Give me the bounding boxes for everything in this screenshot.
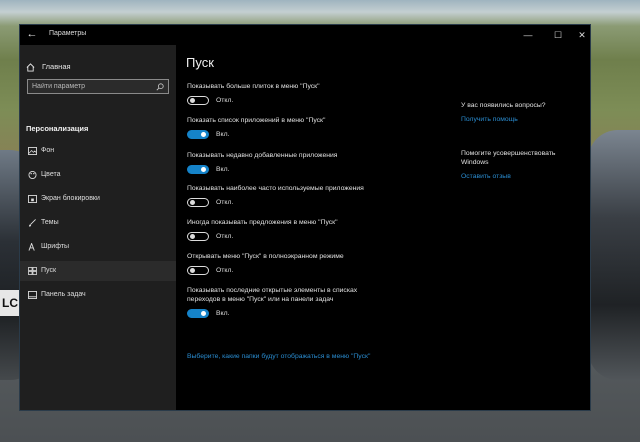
wallpaper-license-plate: LC (0, 290, 20, 316)
sidebar-item-label: Пуск (41, 267, 57, 274)
palette-icon (28, 171, 37, 179)
sidebar-item-label: Темы (41, 219, 59, 226)
toggle-recently-added[interactable] (187, 165, 209, 174)
setting-label-line1: Показывать последние открытые элементы в… (187, 287, 358, 294)
sidebar-item-home[interactable]: Главная (26, 59, 166, 75)
sidebar-item-label: Фон (41, 147, 55, 154)
setting-label: Показывать наиболее часто используемые п… (187, 185, 364, 192)
sidebar-item-colors[interactable]: Цвета (20, 165, 176, 185)
sidebar-item-label: Шрифты (41, 243, 70, 250)
toggle-state-label: Вкл. (216, 310, 230, 317)
title-bar: ← Параметры — ☐ ✕ (20, 25, 590, 45)
toggle-knob (201, 132, 206, 137)
sidebar-item-taskbar[interactable]: Панель задач (20, 285, 176, 305)
sidebar-item-label: Экран блокировки (41, 195, 100, 202)
sidebar-item-label: Панель задач (41, 291, 86, 298)
toggle-state-label: Вкл. (216, 166, 230, 173)
minimize-button[interactable]: — (516, 27, 540, 43)
toggle-recent-items[interactable] (187, 309, 209, 318)
setting-label: Показать список приложений в меню "Пуск" (187, 117, 326, 124)
setting-label-line2: переходов в меню "Пуск" или на панели за… (187, 296, 334, 303)
lock-screen-icon (28, 195, 37, 203)
toggle-knob (190, 200, 195, 205)
toggle-state-label: Откл. (216, 97, 234, 104)
sidebar: Главная Персонализация Фон Цвета (20, 45, 176, 410)
setting-label: Показывать больше плиток в меню "Пуск" (187, 83, 320, 90)
sidebar-item-background[interactable]: Фон (20, 141, 176, 161)
toggle-most-used[interactable] (187, 198, 209, 207)
improve-text-line1: Помогите усовершенствовать (461, 150, 556, 157)
close-button[interactable]: ✕ (570, 27, 594, 43)
main-content: Пуск Показывать больше плиток в меню "Пу… (176, 45, 590, 410)
toggle-knob (190, 234, 195, 239)
toggle-knob (201, 167, 206, 172)
setting-label: Открывать меню "Пуск" в полноэкранном ре… (187, 253, 344, 260)
back-button[interactable]: ← (25, 27, 39, 41)
toggle-app-list[interactable] (187, 130, 209, 139)
toggle-knob (201, 311, 206, 316)
window-title: Параметры (49, 30, 87, 37)
toggle-state-label: Откл. (216, 267, 234, 274)
picture-icon (28, 147, 37, 155)
home-icon (26, 63, 35, 72)
choose-folders-link[interactable]: Выберите, какие папки будут отображаться… (187, 353, 370, 360)
search-box[interactable] (27, 79, 169, 94)
sidebar-item-label: Цвета (41, 171, 61, 178)
toggle-state-label: Вкл. (216, 131, 230, 138)
setting-label: Иногда показывать предложения в меню "Пу… (187, 219, 338, 226)
maximize-button[interactable]: ☐ (546, 27, 570, 43)
feedback-link[interactable]: Оставить отзыв (461, 173, 511, 180)
get-help-link[interactable]: Получить помощь (461, 116, 518, 123)
toggle-suggestions[interactable] (187, 232, 209, 241)
toggle-knob (190, 268, 195, 273)
sidebar-item-label: Главная (42, 62, 71, 71)
toggle-knob (190, 98, 195, 103)
brush-icon (28, 219, 36, 227)
sidebar-item-themes[interactable]: Темы (20, 213, 176, 233)
sidebar-section-title: Персонализация (26, 124, 89, 133)
page-title: Пуск (186, 55, 214, 70)
taskbar-icon (28, 291, 37, 299)
setting-label: Показывать недавно добавленные приложени… (187, 152, 338, 159)
font-icon (28, 243, 35, 251)
settings-window: ← Параметры — ☐ ✕ Главная Персонализация (19, 24, 591, 411)
start-icon (28, 267, 37, 275)
help-question: У вас появились вопросы? (461, 102, 546, 109)
search-input[interactable] (32, 81, 147, 92)
sidebar-item-lock-screen[interactable]: Экран блокировки (20, 189, 176, 209)
wallpaper-car-right (588, 130, 640, 380)
toggle-state-label: Откл. (216, 233, 234, 240)
toggle-fullscreen[interactable] (187, 266, 209, 275)
search-icon (156, 83, 164, 91)
improve-text-line2: Windows (461, 159, 489, 166)
toggle-state-label: Откл. (216, 199, 234, 206)
sidebar-item-start[interactable]: Пуск (20, 261, 176, 281)
toggle-more-tiles[interactable] (187, 96, 209, 105)
sidebar-item-fonts[interactable]: Шрифты (20, 237, 176, 257)
